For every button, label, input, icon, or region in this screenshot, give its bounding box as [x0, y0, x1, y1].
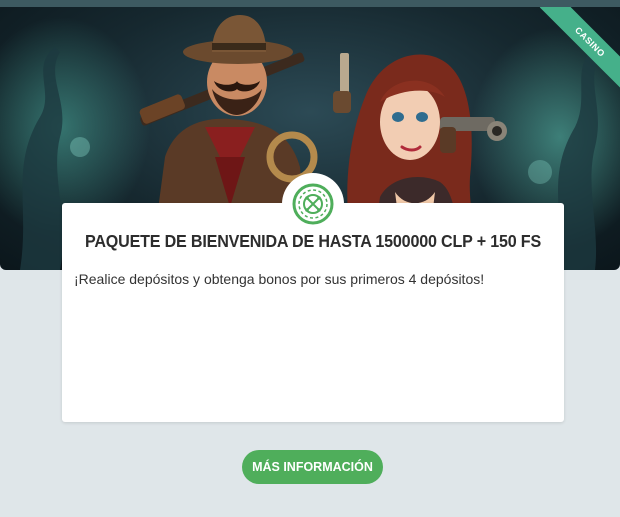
top-strip — [0, 0, 620, 7]
revolver-left — [333, 53, 351, 113]
promo-description: ¡Realice depósitos y obtenga bonos por s… — [74, 271, 485, 287]
roulette-icon — [292, 183, 334, 225]
roulette-icon-badge — [282, 173, 344, 235]
promo-card: PAQUETE DE BIENVENIDA DE HASTA 1500000 C… — [62, 203, 564, 422]
promo-page: CASINO PAQUETE DE BIENVENIDA DE HASTA 15… — [0, 0, 620, 517]
more-info-button[interactable]: MÁS INFORMACIÓN — [242, 450, 383, 484]
